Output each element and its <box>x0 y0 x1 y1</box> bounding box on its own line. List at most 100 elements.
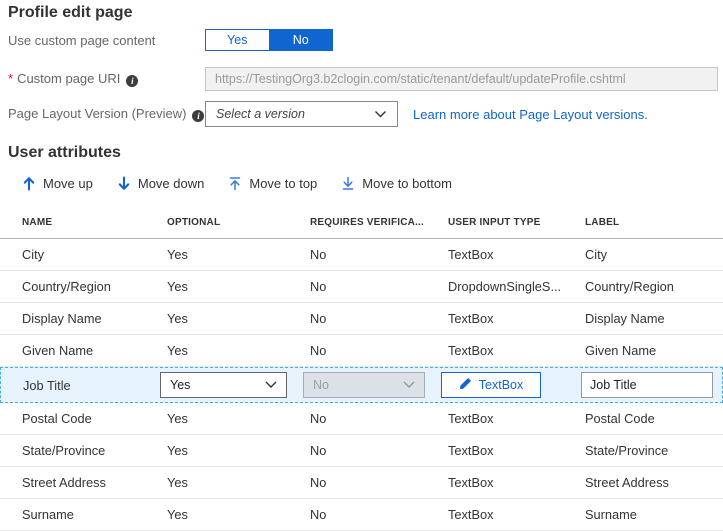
cell-requires-verification: No <box>310 411 327 426</box>
cell-label: Surname <box>585 507 637 522</box>
profile-edit-page: Profile edit page Use custom page conten… <box>0 0 723 531</box>
table-row[interactable]: Postal Code Yes No TextBox Postal Code <box>0 403 723 435</box>
cell-user-input-type: TextBox <box>448 443 494 458</box>
cell-name: Display Name <box>22 311 102 326</box>
move-to-bottom-button[interactable]: Move to bottom <box>341 176 452 191</box>
required-asterisk: * <box>8 71 14 86</box>
cell-label: Postal Code <box>585 411 655 426</box>
toggle-option-no[interactable]: No <box>269 30 332 50</box>
user-attributes-table: NAME OPTIONAL REQUIRES VERIFICA... USER … <box>0 206 723 531</box>
column-header-label: LABEL <box>585 216 620 228</box>
cell-name: Given Name <box>22 343 94 358</box>
cell-label-editor <box>572 372 723 398</box>
cell-optional: Yes <box>167 247 188 262</box>
pencil-icon <box>459 377 472 393</box>
cell-label: Given Name <box>585 343 657 358</box>
cell-optional: Yes <box>167 343 188 358</box>
cell-label: Display Name <box>585 311 665 326</box>
table-row[interactable]: Display Name Yes No TextBox Display Name <box>0 303 723 335</box>
custom-page-uri-label: * Custom page URI <box>8 71 205 87</box>
info-icon[interactable] <box>192 110 205 122</box>
custom-page-content-toggle: Yes No <box>205 29 333 51</box>
info-icon[interactable] <box>126 75 139 87</box>
cell-name: Postal Code <box>22 411 92 426</box>
table-row[interactable]: Street Address Yes No TextBox Street Address <box>0 467 723 499</box>
arrow-to-bottom-icon <box>341 176 355 191</box>
cell-name: Surname <box>22 507 74 522</box>
cell-name: State/Province <box>22 443 106 458</box>
dropdown-placeholder: Select a version <box>216 107 305 121</box>
custom-page-uri-input[interactable] <box>205 67 718 91</box>
cell-optional-editor: Yes <box>154 372 297 398</box>
move-to-top-button[interactable]: Move to top <box>228 176 317 191</box>
cell-optional: Yes <box>167 507 188 522</box>
table-row[interactable]: City Yes No TextBox City <box>0 239 723 271</box>
chevron-down-icon <box>374 107 387 122</box>
cell-requires-verification: No <box>310 279 327 294</box>
move-down-label: Move down <box>137 175 205 191</box>
cell-optional: Yes <box>167 475 188 490</box>
cell-label: City <box>585 247 608 262</box>
table-row-editing[interactable]: Job Title Yes No TextBox <box>0 367 723 403</box>
move-down-button[interactable]: Move down <box>117 176 204 191</box>
move-to-top-label: Move to top <box>249 175 318 191</box>
table-row[interactable]: State/Province Yes No TextBox State/Province <box>0 435 723 467</box>
column-header-optional: OPTIONAL <box>167 216 221 228</box>
cell-requires-verification: No <box>310 443 327 458</box>
move-up-label: Move up <box>43 175 93 191</box>
column-header-name: NAME <box>22 216 53 228</box>
cell-requires-verification: No <box>310 311 327 326</box>
cell-label: Street Address <box>585 475 669 490</box>
cell-name: City <box>22 247 45 262</box>
cell-name: Job Title <box>23 377 71 393</box>
cell-optional: Yes <box>167 311 188 326</box>
toggle-option-yes[interactable]: Yes <box>206 30 270 50</box>
page-layout-version-dropdown[interactable]: Select a version <box>205 101 398 127</box>
attributes-table-body: City Yes No TextBox City Country/Region Yes No D… <box>0 239 723 531</box>
move-to-bottom-label: Move to bottom <box>362 175 452 191</box>
table-row[interactable]: Given Name Yes No TextBox Given Name <box>0 335 723 367</box>
cell-label: State/Province <box>585 443 669 458</box>
cell-user-input-type-editor: TextBox <box>435 372 572 398</box>
arrow-to-top-icon <box>228 176 242 191</box>
cell-user-input-type: TextBox <box>448 507 494 522</box>
optional-select[interactable]: Yes <box>160 372 287 398</box>
column-header-user-input-type: USER INPUT TYPE <box>448 216 541 228</box>
cell-requires-verification: No <box>310 507 327 522</box>
user-attributes-heading: User attributes <box>8 144 121 161</box>
cell-user-input-type: TextBox <box>448 343 494 358</box>
attributes-toolbar: Move up Move down Move to top Move to bo… <box>22 173 723 193</box>
cell-requires-verification: No <box>310 475 327 490</box>
cell-optional: Yes <box>167 443 188 458</box>
requires-verification-select-disabled: No <box>303 372 425 398</box>
page-layout-learn-more-link[interactable]: Learn more about Page Layout versions. <box>413 107 648 122</box>
custom-page-uri-row: * Custom page URI <box>8 67 723 91</box>
custom-page-content-label: Use custom page content <box>8 32 156 48</box>
cell-user-input-type: DropdownSingleS... <box>448 279 562 294</box>
label-input[interactable] <box>581 372 713 398</box>
arrow-up-icon <box>22 176 36 191</box>
table-row[interactable]: Surname Yes No TextBox Surname <box>0 499 723 531</box>
cell-user-input-type: TextBox <box>448 475 494 490</box>
chevron-down-icon <box>265 378 277 392</box>
cell-user-input-type: TextBox <box>448 411 494 426</box>
table-header: NAME OPTIONAL REQUIRES VERIFICA... USER … <box>0 206 723 239</box>
arrow-down-icon <box>117 175 131 191</box>
cell-user-input-type: TextBox <box>448 311 494 326</box>
page-layout-version-row: Page Layout Version (Preview) Select a v… <box>8 101 723 127</box>
column-header-requires-verification: REQUIRES VERIFICA... <box>310 216 425 228</box>
page-layout-version-label: Page Layout Version (Preview) <box>8 106 205 122</box>
table-row[interactable]: Country/Region Yes No DropdownSingleS... Cou… <box>0 271 723 303</box>
cell-requires-verification: No <box>310 343 327 358</box>
chevron-down-icon <box>403 378 415 392</box>
cell-label: Country/Region <box>585 279 674 294</box>
cell-requires-verification-editor: No <box>297 372 435 398</box>
cell-user-input-type: TextBox <box>448 247 494 262</box>
cell-optional: Yes <box>167 279 188 294</box>
move-up-button[interactable]: Move up <box>22 176 93 191</box>
cell-name: Street Address <box>22 475 106 490</box>
user-input-type-button[interactable]: TextBox <box>441 372 541 398</box>
page-title: Profile edit page <box>8 4 133 21</box>
custom-page-content-row: Use custom page content Yes No <box>8 29 723 51</box>
cell-optional: Yes <box>167 411 188 426</box>
